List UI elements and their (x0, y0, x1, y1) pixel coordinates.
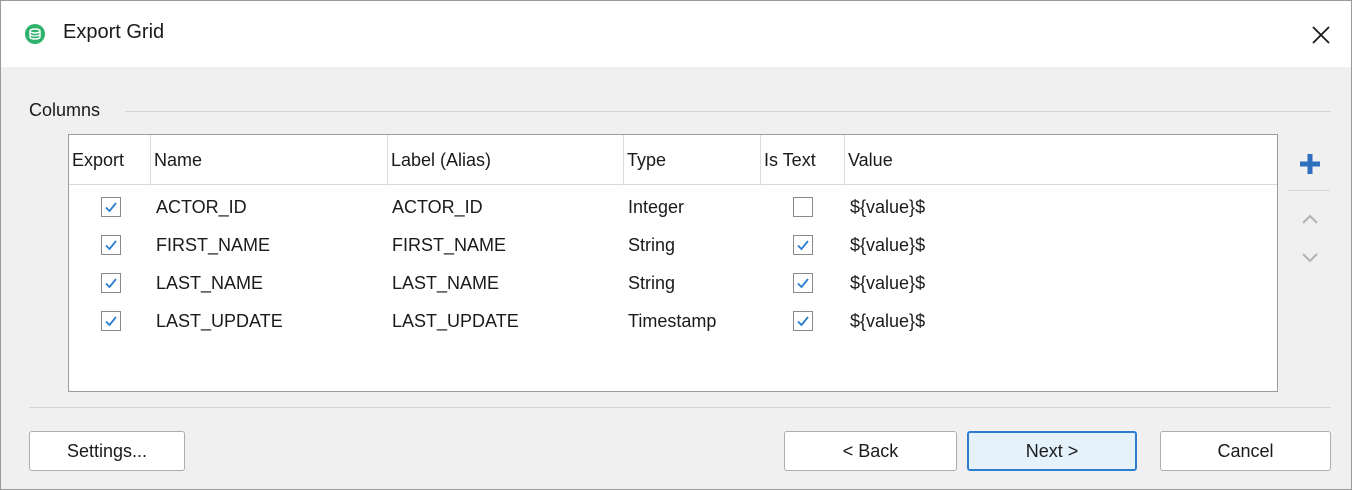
settings-button[interactable]: Settings... (29, 431, 185, 471)
column-value[interactable]: ${value}$ (850, 302, 925, 340)
header-is-text[interactable]: Is Text (761, 135, 845, 185)
column-value[interactable]: ${value}$ (850, 226, 925, 264)
footer-divider (29, 407, 1331, 408)
column-name: ACTOR_ID (156, 197, 247, 217)
column-label[interactable]: LAST_UPDATE (392, 302, 519, 340)
checkmark-icon (797, 278, 809, 289)
checkmark-icon (105, 202, 117, 213)
columns-group-label: Columns (29, 100, 107, 121)
table-header: Export Name Label (Alias) Type Is Text V… (69, 135, 1277, 185)
add-column-button[interactable] (1295, 149, 1325, 179)
close-button[interactable] (1301, 15, 1341, 55)
export-checkbox[interactable] (101, 235, 121, 255)
column-label[interactable]: LAST_NAME (392, 264, 499, 302)
column-type: String (628, 273, 676, 293)
column-type: String (628, 235, 676, 255)
column-name: LAST_UPDATE (156, 311, 283, 331)
next-button[interactable]: Next > (967, 431, 1137, 471)
plus-icon (1300, 154, 1320, 174)
checkmark-icon (797, 316, 809, 327)
export-grid-dialog: Export Grid Columns Export Name Label (A… (0, 0, 1352, 490)
is-text-checkbox[interactable] (793, 311, 813, 331)
back-button[interactable]: < Back (784, 431, 957, 471)
move-up-button[interactable] (1295, 204, 1325, 234)
header-type[interactable]: Type (624, 135, 761, 185)
column-type: Integer (628, 197, 685, 217)
table-row[interactable]: FIRST_NAME FIRST_NAME String ${value}$ (69, 226, 1277, 264)
toolbar-divider (1288, 190, 1330, 191)
header-value[interactable]: Value (845, 135, 1275, 185)
table-row[interactable]: LAST_NAME LAST_NAME String ${value}$ (69, 264, 1277, 302)
group-divider (125, 111, 1331, 112)
checkmark-icon (105, 278, 117, 289)
column-name: LAST_NAME (156, 273, 264, 293)
column-value[interactable]: ${value}$ (850, 188, 925, 226)
is-text-checkbox[interactable] (793, 273, 813, 293)
title-bar: Export Grid (1, 1, 1351, 67)
table-row[interactable]: LAST_UPDATE LAST_UPDATE Timestamp ${valu… (69, 302, 1277, 340)
close-icon (1312, 26, 1330, 44)
export-checkbox[interactable] (101, 197, 121, 217)
column-name: FIRST_NAME (156, 235, 271, 255)
column-label[interactable]: ACTOR_ID (392, 188, 483, 226)
table-row[interactable]: ACTOR_ID ACTOR_ID Integer ${value}$ (69, 188, 1277, 226)
header-label-alias[interactable]: Label (Alias) (388, 135, 624, 185)
column-value[interactable]: ${value}$ (850, 264, 925, 302)
chevron-up-icon (1302, 214, 1318, 224)
is-text-checkbox[interactable] (793, 197, 813, 217)
database-export-icon (25, 24, 45, 44)
export-checkbox[interactable] (101, 273, 121, 293)
column-type: Timestamp (628, 311, 717, 331)
columns-table: Export Name Label (Alias) Type Is Text V… (68, 134, 1278, 392)
export-checkbox[interactable] (101, 311, 121, 331)
header-name[interactable]: Name (151, 135, 388, 185)
dialog-title: Export Grid (63, 21, 165, 43)
cancel-button[interactable]: Cancel (1160, 431, 1331, 471)
checkmark-icon (105, 240, 117, 251)
checkmark-icon (105, 316, 117, 327)
chevron-down-icon (1302, 253, 1318, 263)
move-down-button[interactable] (1295, 242, 1325, 272)
header-export[interactable]: Export (69, 135, 151, 185)
checkmark-icon (797, 240, 809, 251)
column-label[interactable]: FIRST_NAME (392, 226, 506, 264)
is-text-checkbox[interactable] (793, 235, 813, 255)
